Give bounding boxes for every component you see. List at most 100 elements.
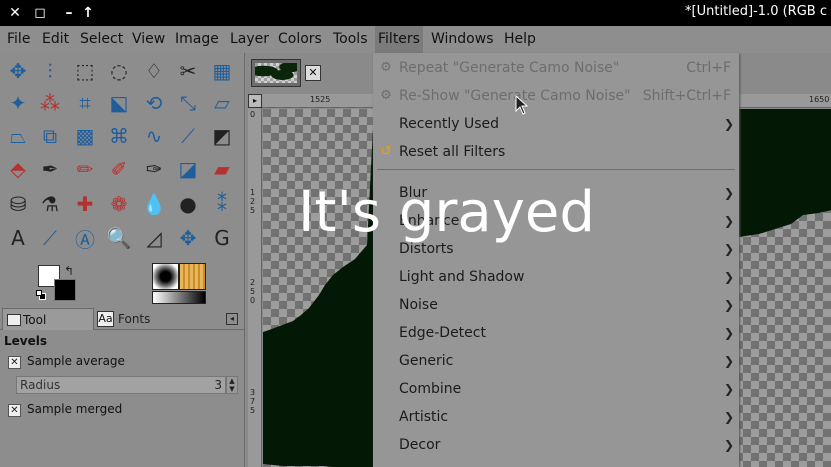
- close-image-icon[interactable]: ✕: [305, 65, 321, 81]
- text-tool-icon[interactable]: A: [3, 223, 33, 253]
- move-tool-icon[interactable]: ✥: [3, 56, 33, 86]
- sample-average-checkbox[interactable]: ✕: [8, 356, 21, 369]
- warp-transform-tool-icon[interactable]: ⌘: [104, 121, 134, 151]
- menu-view[interactable]: View: [129, 26, 168, 53]
- submenu-arrow-icon: ❯: [723, 242, 734, 256]
- menu-item-combine[interactable]: Combine ❯: [373, 375, 739, 403]
- radius-value: 3: [214, 378, 222, 392]
- crop-tool-icon[interactable]: ⌗: [70, 88, 100, 118]
- rotate-tool-icon[interactable]: ⟲: [139, 88, 169, 118]
- menu-help[interactable]: Help: [501, 26, 539, 53]
- rect-select-tool-icon[interactable]: ⬚: [70, 56, 100, 86]
- menu-item-recently-used[interactable]: Recently Used ❯: [373, 110, 739, 138]
- mypaint-brush-tool-icon[interactable]: ◪: [173, 154, 203, 184]
- swap-colors-icon[interactable]: ↰: [64, 264, 74, 278]
- menu-item-label: Reset all Filters: [399, 144, 506, 160]
- paintbrush-tool-icon[interactable]: ✒: [35, 154, 65, 184]
- submenu-arrow-icon: ❯: [723, 326, 734, 340]
- menu-item-light-and-shadow[interactable]: Light and Shadow ❯: [373, 263, 739, 291]
- color-select-tool-icon[interactable]: ⁂: [35, 88, 65, 118]
- zoom-tool-icon[interactable]: 🔍: [104, 223, 134, 253]
- heal-tool-icon[interactable]: ✚: [70, 189, 100, 219]
- menu-windows[interactable]: Windows: [428, 26, 497, 53]
- align-tool-icon[interactable]: ⫶: [35, 56, 65, 86]
- perspective-tool-icon[interactable]: ⏢: [3, 121, 33, 151]
- submenu-arrow-icon: ❯: [723, 354, 734, 368]
- gegl-tool-icon[interactable]: G: [207, 223, 237, 253]
- menu-file[interactable]: File: [4, 26, 33, 53]
- dock-menu-icon[interactable]: ◂: [226, 313, 238, 325]
- close-window-icon[interactable]: ✕: [4, 2, 26, 24]
- menu-item-reshow-filter[interactable]: ⚙ Re-Show "Generate Camo Noise" Shift+Ct…: [373, 82, 739, 110]
- navigate-tool-icon[interactable]: ✥: [173, 223, 203, 253]
- menu-image[interactable]: Image: [172, 26, 222, 53]
- dodge-burn-tool-icon[interactable]: 💧: [139, 189, 169, 219]
- radius-spinner[interactable]: ▲ ▼: [226, 376, 238, 394]
- menu-select[interactable]: Select: [77, 26, 126, 53]
- submenu-arrow-icon: ❯: [723, 270, 734, 284]
- free-select-tool-icon[interactable]: ♢: [139, 56, 169, 86]
- ellipse-select-tool-icon[interactable]: ◌: [104, 56, 134, 86]
- pin-window-icon[interactable]: ↑: [77, 2, 99, 24]
- measure-tool-icon[interactable]: ⟋: [35, 223, 65, 253]
- menu-item-label: Recently Used: [399, 116, 500, 132]
- menu-filters[interactable]: Filters: [375, 26, 423, 53]
- bucket-fill-tool-icon[interactable]: ⛁: [3, 189, 33, 219]
- smudge-tool-icon[interactable]: ⬘: [3, 154, 33, 184]
- menu-bar: File Edit Select View Image Layer Colors…: [0, 26, 831, 53]
- cage-tool-icon[interactable]: ▩: [70, 121, 100, 151]
- menu-tools[interactable]: Tools: [330, 26, 371, 53]
- menu-item-generic[interactable]: Generic ❯: [373, 347, 739, 375]
- scale-tool-icon[interactable]: ⤡: [173, 88, 203, 118]
- paths-tool-icon[interactable]: ⟋: [173, 121, 203, 151]
- maximize-window-icon[interactable]: ◻: [29, 2, 51, 24]
- airbrush-tool-icon[interactable]: ✐: [104, 154, 134, 184]
- handle-transform-tool-icon[interactable]: ∿: [139, 121, 169, 151]
- tool-options-title: Levels: [4, 334, 48, 348]
- reshow-icon: ⚙: [380, 88, 392, 103]
- menu-item-edge-detect[interactable]: Edge-Detect ❯: [373, 319, 739, 347]
- menu-edit[interactable]: Edit: [39, 26, 72, 53]
- tab-fonts[interactable]: Aa Fonts: [96, 308, 154, 330]
- tab-tool-options[interactable]: Tool Options: [2, 308, 94, 349]
- submenu-arrow-icon: ❯: [723, 298, 734, 312]
- sample-merged-checkbox[interactable]: ✕: [8, 404, 21, 417]
- color-picker-tool-icon[interactable]: ⁑: [207, 189, 237, 219]
- background-color-swatch[interactable]: [54, 279, 76, 301]
- dock-tab-bar: Tool Options Aa Fonts ◂: [0, 308, 244, 349]
- foreground-select-tool-icon[interactable]: ▦: [207, 56, 237, 86]
- image-tab-thumbnail[interactable]: [251, 59, 301, 87]
- menu-item-reset-all-filters[interactable]: ↺ Reset all Filters: [373, 138, 739, 166]
- sample-average-label: Sample average: [27, 354, 125, 368]
- flip-tool-icon[interactable]: ⧉: [35, 121, 65, 151]
- menu-item-noise[interactable]: Noise ❯: [373, 291, 739, 319]
- fuzzy-select-tool-icon[interactable]: ✦: [3, 88, 33, 118]
- shear-tool-icon[interactable]: ▱: [207, 88, 237, 118]
- perspective-clone-tool-icon[interactable]: ❁: [104, 189, 134, 219]
- ink-tool-icon[interactable]: ✑: [139, 154, 169, 184]
- radius-input[interactable]: Radius 3: [16, 376, 226, 394]
- menu-item-repeat-filter[interactable]: ⚙ Repeat "Generate Camo Noise" Ctrl+F: [373, 54, 739, 82]
- menu-item-decor[interactable]: Decor ❯: [373, 431, 739, 459]
- pattern-preview[interactable]: [179, 263, 206, 290]
- submenu-arrow-icon: ❯: [723, 410, 734, 424]
- clone-tool-icon[interactable]: ⚗: [35, 189, 65, 219]
- blend-tool-icon[interactable]: ●: [173, 189, 203, 219]
- reset-colors-icon[interactable]: [36, 290, 46, 300]
- menu-separator: [377, 169, 735, 170]
- gradient-preview[interactable]: [152, 291, 206, 304]
- menu-colors[interactable]: Colors: [275, 26, 325, 53]
- pencil-tool-icon[interactable]: ✏: [70, 154, 100, 184]
- vruler-label-0: 0: [250, 110, 256, 119]
- 3d-transform-tool-icon[interactable]: ◩: [207, 121, 237, 151]
- scissors-select-tool-icon[interactable]: ✂: [173, 56, 203, 86]
- vector-text-tool-icon[interactable]: Ⓐ: [70, 223, 100, 253]
- eraser-tool-icon[interactable]: ▰: [207, 154, 237, 184]
- menu-layer[interactable]: Layer: [227, 26, 272, 53]
- curves-tool-icon[interactable]: ◿: [139, 223, 169, 253]
- quick-mask-toggle-icon[interactable]: ▸: [248, 94, 262, 108]
- brush-preview[interactable]: [152, 263, 179, 290]
- unified-transform-tool-icon[interactable]: ⬕: [104, 88, 134, 118]
- menu-item-artistic[interactable]: Artistic ❯: [373, 403, 739, 431]
- vertical-ruler: 0 125 250 375: [248, 108, 262, 467]
